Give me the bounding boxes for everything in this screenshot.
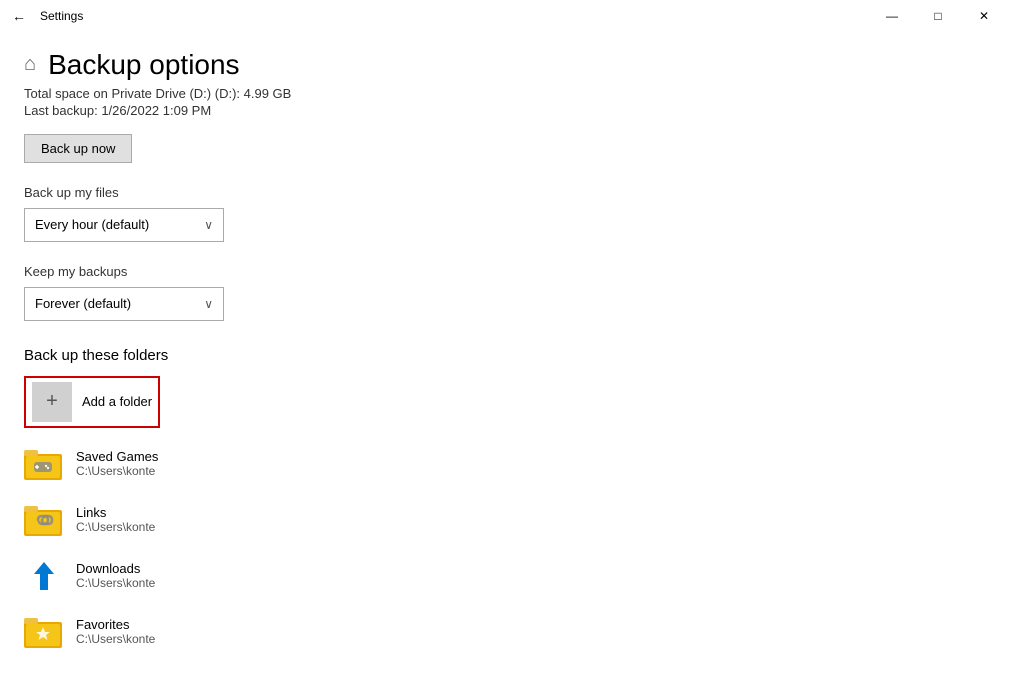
titlebar-title: Settings [40, 9, 83, 23]
add-folder-container: + Add a folder [24, 376, 160, 428]
add-folder-label: Add a folder [82, 394, 152, 409]
list-item: Downloads C:\Users\konte [24, 554, 991, 598]
maximize-button[interactable]: □ [915, 0, 961, 32]
back-button[interactable]: ← [8, 4, 30, 28]
folder-name: Links [76, 505, 155, 520]
folder-name: Favorites [76, 617, 155, 632]
folder-icon-downloads [24, 556, 64, 596]
backup-frequency-label: Back up my files [24, 185, 991, 200]
page-header: ⌂ Backup options [24, 48, 991, 82]
add-folder-icon: + [32, 382, 72, 422]
folder-info-links: Links C:\Users\konte [76, 505, 155, 534]
backup-frequency-dropdown[interactable]: Every hour (default) ∨ [24, 208, 224, 242]
folder-icon-saved-games [24, 444, 64, 484]
keep-backups-label: Keep my backups [24, 264, 991, 279]
last-backup-text: Last backup: 1/26/2022 1:09 PM [24, 103, 991, 118]
titlebar-controls: — □ ✕ [869, 0, 1007, 32]
total-space-text: Total space on Private Drive (D:) (D:): … [24, 86, 991, 101]
folder-name: Saved Games [76, 449, 158, 464]
close-button[interactable]: ✕ [961, 0, 1007, 32]
list-item: Favorites C:\Users\konte [24, 610, 991, 654]
titlebar: ← Settings — □ ✕ [0, 0, 1015, 32]
backup-now-button[interactable]: Back up now [24, 134, 132, 163]
keep-backups-value: Forever (default) [35, 296, 131, 311]
folder-icon-favorites [24, 612, 64, 652]
titlebar-left: ← Settings [8, 4, 83, 28]
folders-list: Saved Games C:\Users\konte Links C:\Use [24, 442, 991, 654]
folder-path: C:\Users\konte [76, 576, 155, 590]
folders-section-title: Back up these folders [24, 347, 991, 364]
keep-backups-dropdown[interactable]: Forever (default) ∨ [24, 287, 224, 321]
folder-info-favorites: Favorites C:\Users\konte [76, 617, 155, 646]
backup-frequency-arrow: ∨ [204, 218, 213, 232]
keep-backups-arrow: ∨ [204, 297, 213, 311]
backup-frequency-value: Every hour (default) [35, 217, 149, 232]
main-content: ⌂ Backup options Total space on Private … [0, 32, 1015, 682]
add-folder-button[interactable]: + Add a folder [28, 380, 156, 424]
minimize-button[interactable]: — [869, 0, 915, 32]
folder-info-saved-games: Saved Games C:\Users\konte [76, 449, 158, 478]
list-item: Saved Games C:\Users\konte [24, 442, 991, 486]
list-item: Links C:\Users\konte [24, 498, 991, 542]
folder-path: C:\Users\konte [76, 632, 155, 646]
folder-name: Downloads [76, 561, 155, 576]
folder-icon-links [24, 500, 64, 540]
folder-path: C:\Users\konte [76, 464, 158, 478]
page-title: Backup options [48, 48, 239, 82]
home-icon: ⌂ [24, 53, 36, 76]
folder-path: C:\Users\konte [76, 520, 155, 534]
folder-info-downloads: Downloads C:\Users\konte [76, 561, 155, 590]
